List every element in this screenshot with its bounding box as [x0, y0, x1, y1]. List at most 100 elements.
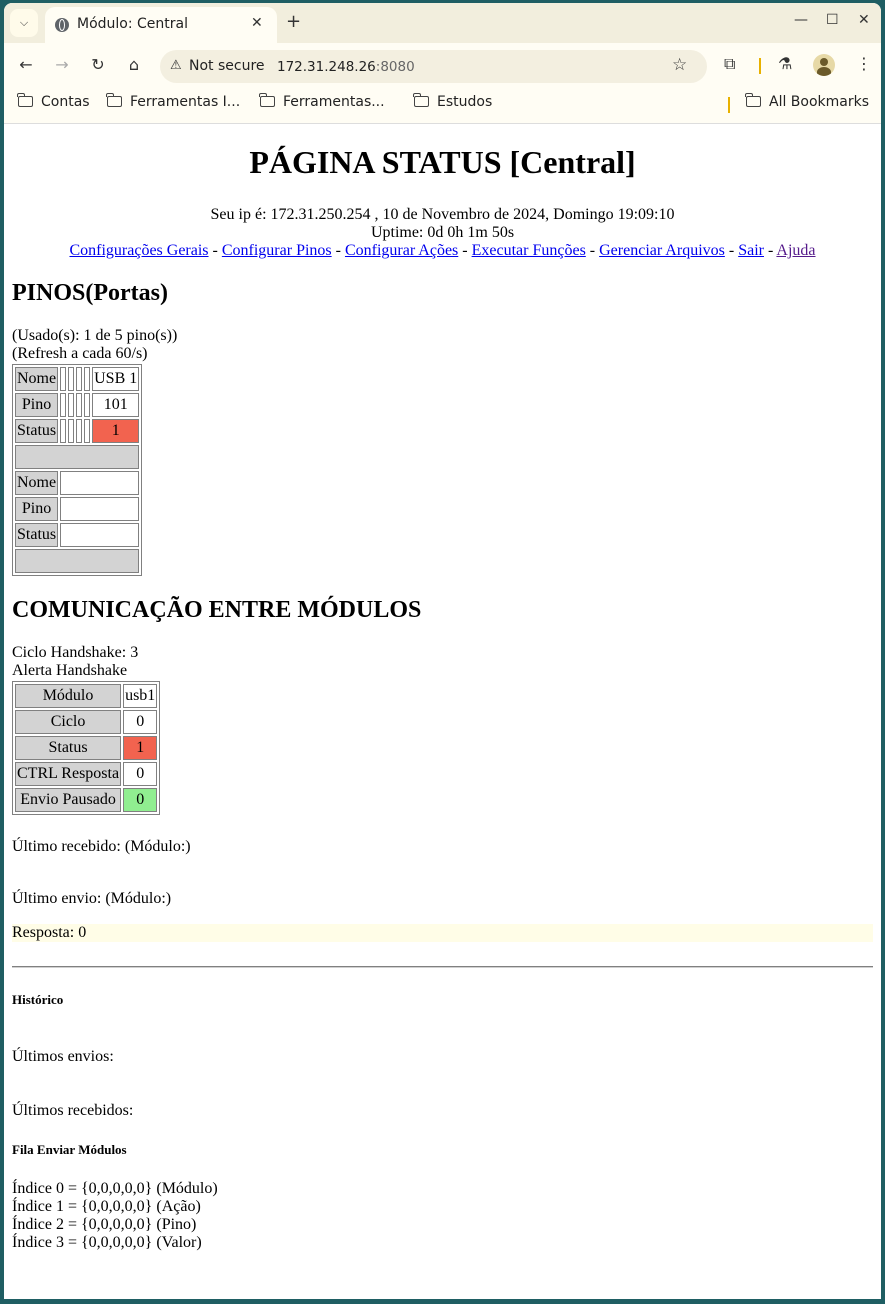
separator-row	[15, 445, 140, 469]
bookmark-label: Ferramentas...	[283, 94, 385, 110]
url-port: :8080	[375, 59, 415, 75]
tab-title: Módulo: Central	[77, 16, 189, 32]
bookmark-label: Contas	[41, 94, 90, 110]
link-ajuda[interactable]: Ajuda	[776, 242, 815, 259]
extensions-icon[interactable]: ⧉	[724, 54, 735, 74]
response-bar: Resposta: 0	[12, 924, 873, 942]
queue-line: Índice 0 = {0,0,0,0,0} (Módulo)	[12, 1180, 218, 1197]
minimize-icon[interactable]: —	[794, 12, 808, 28]
tab-active[interactable]: Módulo: Central ✕	[45, 7, 277, 43]
status-value: 1	[123, 736, 158, 760]
cell-empty	[60, 393, 67, 417]
nav-separator: -	[335, 242, 341, 259]
table-row: Status 1	[15, 736, 158, 760]
cell-empty	[60, 419, 67, 443]
address-bar[interactable]: ⚠ Not secure 172.31.248.26:8080 ☆	[160, 50, 707, 83]
cell-empty	[68, 367, 75, 391]
table-row: Nome	[15, 471, 140, 495]
bookmark-folder-estudos[interactable]: Estudos	[413, 93, 492, 110]
comm-table: Módulo usb1 Ciclo 0 Status 1 CTRL Resposta 0…	[12, 681, 161, 815]
table-row: Status	[15, 523, 140, 547]
row-label-nome: Nome	[15, 471, 59, 495]
last-receives: Últimos recebidos:	[12, 1102, 134, 1119]
cell-empty	[68, 393, 75, 417]
folder-icon	[106, 93, 122, 107]
link-configuracoes-gerais[interactable]: Configurações Gerais	[69, 242, 208, 259]
not-secure-label[interactable]: Not secure	[189, 58, 265, 74]
cell-empty	[84, 367, 91, 391]
nav-separator: -	[767, 242, 774, 259]
link-configurar-acoes[interactable]: Configurar Ações	[345, 242, 458, 259]
table-row: Pino 101	[15, 393, 140, 417]
url-text[interactable]: 172.31.248.26:8080	[277, 59, 415, 75]
pin-status-cell: 1	[92, 419, 140, 443]
row-label-envio-pausado: Envio Pausado	[15, 788, 122, 812]
back-icon[interactable]: ←	[16, 55, 36, 74]
labs-flask-icon[interactable]: ⚗	[778, 54, 792, 73]
bookmark-folder-ferramentas-1[interactable]: Ferramentas I...	[106, 93, 241, 110]
folder-icon	[259, 93, 275, 107]
table-row: Envio Pausado 0	[15, 788, 158, 812]
forward-icon[interactable]: →	[52, 55, 72, 74]
link-sair[interactable]: Sair	[738, 242, 764, 259]
ip-line: Seu ip é: 172.31.250.254 , 10 de Novembr…	[210, 206, 675, 223]
nav-links: Configurações Gerais - Configurar Pinos …	[4, 242, 881, 260]
home-icon[interactable]: ⌂	[124, 55, 144, 74]
link-configurar-pinos[interactable]: Configurar Pinos	[222, 242, 332, 259]
table-row: Status 1	[15, 419, 140, 443]
maximize-icon[interactable]: ☐	[826, 12, 839, 28]
ctrl-response-value: 0	[123, 762, 158, 786]
page-title: PÁGINA STATUS [Central]	[249, 144, 636, 180]
warning-icon[interactable]: ⚠	[170, 58, 182, 73]
last-sent: Último envio: (Módulo:)	[12, 890, 172, 907]
cell-empty	[76, 367, 83, 391]
window-close-icon[interactable]: ✕	[858, 12, 870, 28]
pins-refresh: (Refresh a cada 60/s)	[12, 345, 148, 362]
row-label-status: Status	[15, 419, 59, 443]
pin-name-cell: USB 1	[92, 367, 140, 391]
table-row	[15, 445, 140, 469]
tab-search-button[interactable]: ⌵	[10, 9, 38, 37]
table-row: Nome USB 1	[15, 367, 140, 391]
queue-line: Índice 1 = {0,0,0,0,0} (Ação)	[12, 1198, 201, 1215]
row-label-ctrl-resposta: CTRL Resposta	[15, 762, 122, 786]
globe-icon	[55, 18, 69, 32]
new-tab-button[interactable]: +	[286, 11, 301, 32]
reload-icon[interactable]: ↻	[88, 55, 108, 74]
folder-icon	[413, 93, 429, 107]
table-row: Módulo usb1	[15, 684, 158, 708]
table-row: Pino	[15, 497, 140, 521]
folder-icon	[745, 93, 761, 107]
bookmark-star-icon[interactable]: ☆	[672, 55, 687, 75]
close-icon[interactable]: ✕	[251, 15, 263, 31]
folder-icon	[17, 93, 33, 107]
queue-line: Índice 3 = {0,0,0,0,0} (Valor)	[12, 1234, 202, 1251]
profile-avatar[interactable]	[813, 54, 835, 76]
separator-row	[15, 549, 140, 573]
all-bookmarks-button[interactable]: All Bookmarks	[745, 93, 869, 110]
pin-number-cell: 101	[92, 393, 140, 417]
cycle-value: 0	[123, 710, 158, 734]
uptime-line: Uptime: 0d 0h 1m 50s	[370, 224, 515, 241]
comm-heading: COMUNICAÇÃO ENTRE MÓDULOS	[12, 597, 422, 623]
bookmark-folder-contas[interactable]: Contas	[17, 93, 90, 110]
table-row: CTRL Resposta 0	[15, 762, 158, 786]
url-host: 172.31.248.26	[277, 59, 376, 75]
handshake-alert: Alerta Handshake	[12, 662, 128, 679]
bookmark-folder-ferramentas-2[interactable]: Ferramentas...	[259, 93, 385, 110]
row-label-pino: Pino	[15, 497, 59, 521]
nav-separator: -	[589, 242, 596, 259]
chevron-down-icon: ⌵	[19, 16, 29, 29]
link-gerenciar-arquivos[interactable]: Gerenciar Arquivos	[599, 242, 725, 259]
cell-empty	[60, 497, 140, 521]
cell-empty	[60, 523, 140, 547]
bookmark-label: Ferramentas I...	[130, 94, 241, 110]
browser-window: ⌵ Módulo: Central ✕ + — ☐ ✕ ← → ↻ ⌂ ⚠ No…	[4, 3, 881, 1299]
response-text: Resposta: 0	[12, 924, 87, 941]
queue-heading: Fila Enviar Módulos	[12, 1142, 127, 1157]
menu-kebab-icon[interactable]: ⋮	[856, 54, 872, 73]
last-sends: Últimos envios:	[12, 1048, 114, 1065]
row-label-modulo: Módulo	[15, 684, 122, 708]
link-executar-funcoes[interactable]: Executar Funções	[472, 242, 586, 259]
history-heading: Histórico	[12, 992, 64, 1007]
